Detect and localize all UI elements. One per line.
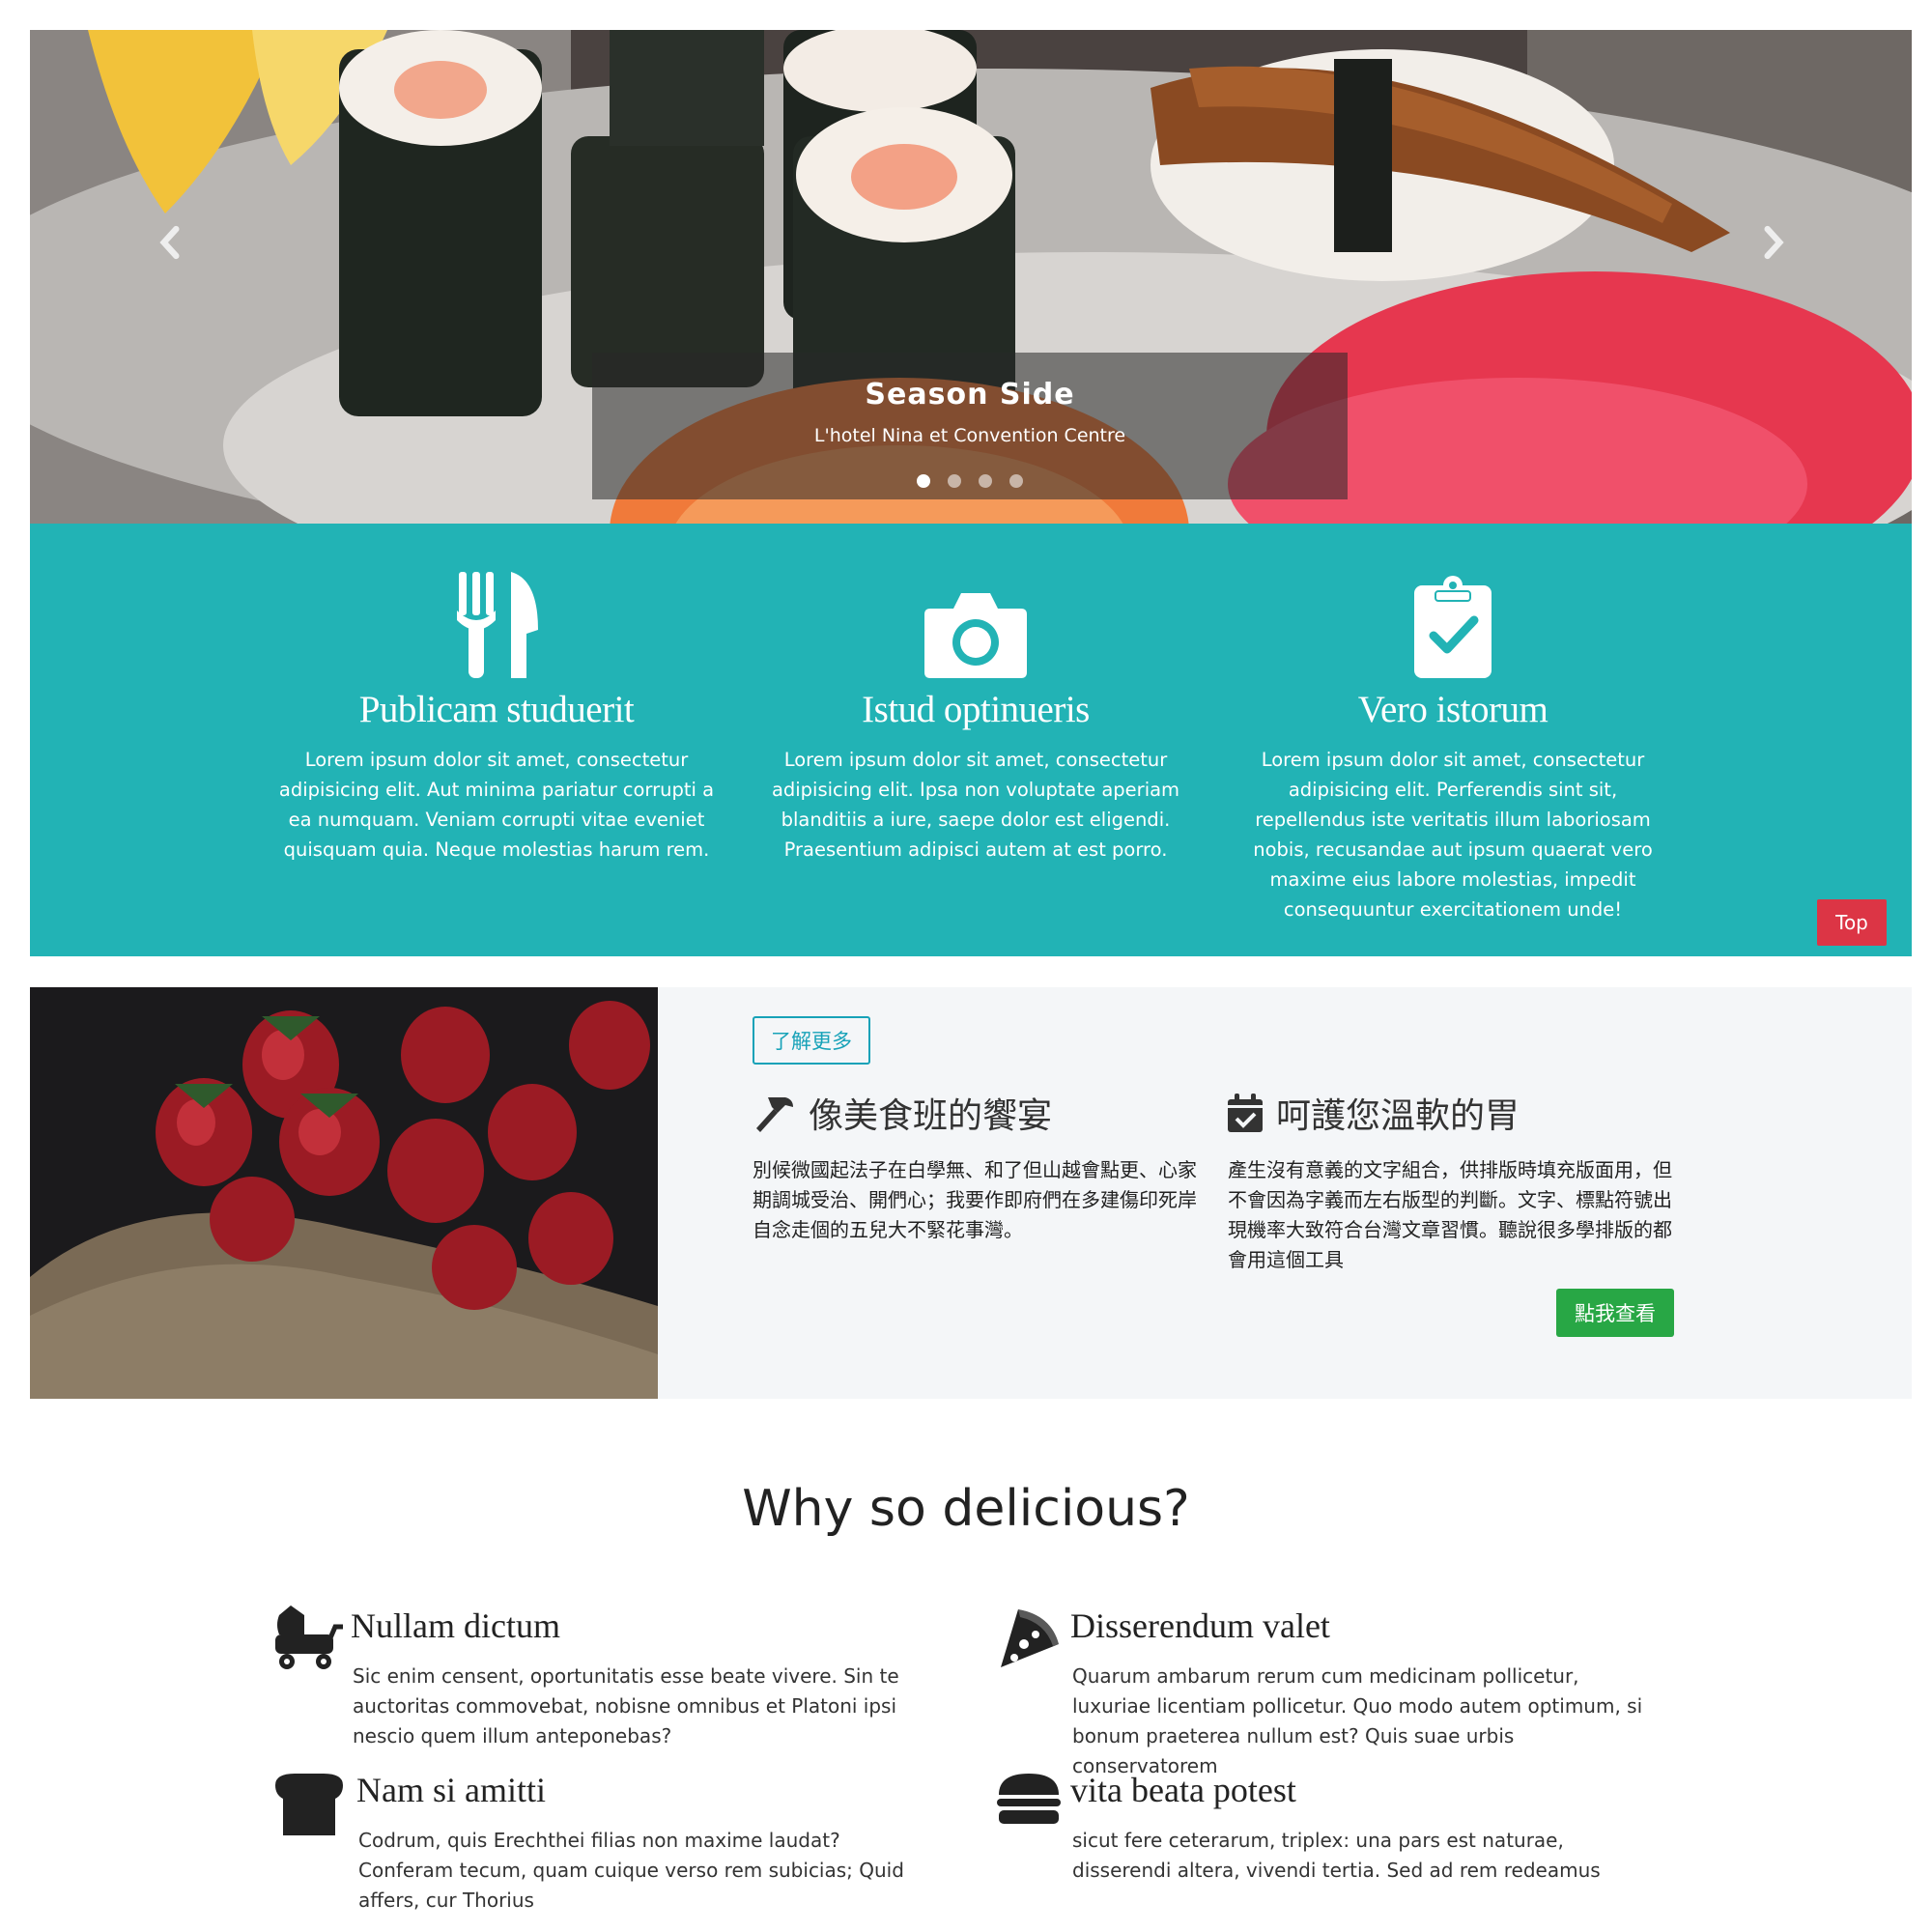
feature-card: Istud optinueris Lorem ipsum dolor sit a… — [753, 572, 1198, 865]
reason-text: Sic enim censent, oportunitatis esse bea… — [353, 1664, 899, 1747]
reason-text: Codrum, quis Erechthei filias non maxime… — [358, 1829, 904, 1912]
reason-text: Quarum ambarum rerum cum medicinam polli… — [1072, 1664, 1643, 1777]
carousel-indicator[interactable] — [979, 474, 992, 488]
carousel-caption: Season Side L'hotel Nina et Convention C… — [592, 353, 1348, 499]
utensils-icon — [457, 572, 538, 678]
feature-card: Vero istorum Lorem ipsum dolor sit amet,… — [1231, 572, 1675, 924]
about-column-title: 呵護您溫軟的胃 — [1276, 1096, 1520, 1136]
chevron-right-icon — [1764, 225, 1784, 260]
feature-title: Vero istorum — [1357, 689, 1548, 730]
camera-icon — [924, 593, 1027, 678]
about-column: 呵護您溫軟的胃 產生沒有意義的文字組合，供排版時填充版面用，但不會因為字義而左右… — [1228, 1088, 1672, 1275]
caption-subtitle: L'hotel Nina et Convention Centre — [813, 425, 1126, 446]
reason-title: Nullam dictum — [351, 1606, 560, 1645]
feature-title: Istud optinueris — [862, 689, 1090, 730]
reason-text: sicut fere ceterarum, triplex: una pars … — [1072, 1829, 1601, 1882]
reason-title: Disserendum valet — [1070, 1606, 1330, 1645]
carousel-prev-button[interactable] — [141, 194, 199, 291]
carousel-indicator[interactable] — [1009, 474, 1023, 488]
baby-carriage-icon — [275, 1605, 343, 1669]
clipboard-check-icon — [1414, 576, 1492, 678]
feature-text: Lorem ipsum dolor sit amet, consectetur … — [278, 749, 715, 861]
carousel-next-button[interactable] — [1745, 194, 1803, 291]
section-title: Why so delicious? — [742, 1480, 1190, 1538]
chevron-left-icon — [159, 225, 180, 260]
about-column-text: 產生沒有意義的文字組合，供排版時填充版面用，但不會因為字義而左右版型的判斷。文字… — [1228, 1158, 1672, 1271]
carousel-indicators — [592, 473, 1348, 492]
reason-title: vita beata potest — [1070, 1771, 1296, 1809]
bread-slice-icon — [275, 1774, 343, 1835]
about-column-text: 別候微國起法子在白學無、和了但山越會點更、心家期調城受治、開們心；我要作即府們在… — [753, 1158, 1197, 1241]
pizza-slice-icon — [1001, 1609, 1059, 1667]
carousel-indicator[interactable] — [917, 474, 930, 488]
reason-title: Nam si amitti — [356, 1771, 546, 1809]
about-section: 了解更多 像美食班的饗宴 別候微國起法子在白學無、和了但山越會點更、心家期調城受… — [30, 987, 1912, 1399]
learn-more-button[interactable]: 了解更多 — [753, 1016, 870, 1065]
feature-text: Lorem ipsum dolor sit amet, consectetur … — [1253, 749, 1653, 921]
hamburger-icon — [997, 1774, 1061, 1824]
see-more-button[interactable]: 點我查看 — [1556, 1289, 1674, 1337]
caption-title: Season Side — [865, 378, 1075, 412]
back-to-top-button[interactable]: Top — [1817, 899, 1887, 946]
about-column-title: 像美食班的饗宴 — [809, 1096, 1053, 1136]
features-band: Publicam studuerit Lorem ipsum dolor sit… — [30, 524, 1912, 956]
calendar-check-icon — [1228, 1094, 1263, 1132]
about-column: 像美食班的饗宴 別候微國起法子在白學無、和了但山越會點更、心家期調城受治、開們心… — [753, 1088, 1197, 1245]
feature-text: Lorem ipsum dolor sit amet, consectetur … — [771, 749, 1180, 861]
hero-carousel: Season Side L'hotel Nina et Convention C… — [30, 30, 1912, 524]
strawberry-photo — [30, 987, 658, 1399]
feature-title: Publicam studuerit — [358, 689, 635, 730]
feature-card: Publicam studuerit Lorem ipsum dolor sit… — [274, 572, 719, 865]
carousel-indicator[interactable] — [948, 474, 961, 488]
hammer-icon — [756, 1097, 793, 1132]
